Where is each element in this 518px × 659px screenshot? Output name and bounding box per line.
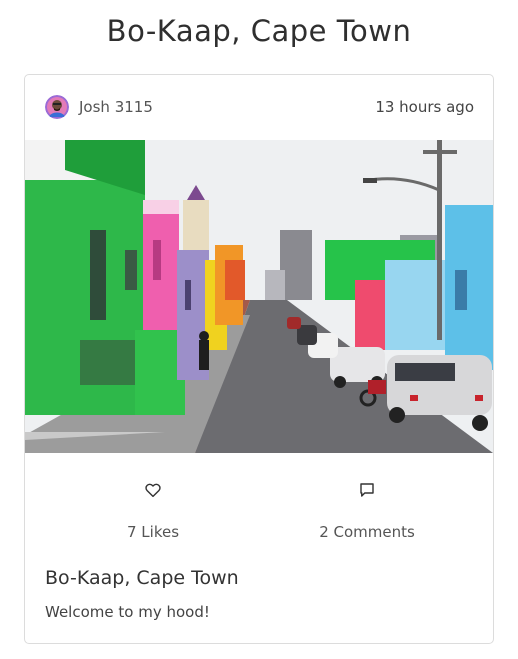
comment-bubble-icon [360, 483, 374, 497]
page-title: Bo-Kaap, Cape Town [106, 14, 412, 48]
likes-count[interactable]: 7 Likes [53, 522, 253, 542]
comment-button[interactable]: 2 Comments [267, 475, 467, 542]
post-card: Josh 3115 13 hours ago 7 Likes 2 Comment… [24, 74, 494, 644]
user-avatar-icon [45, 95, 69, 119]
post-actions: 7 Likes 2 Comments [25, 475, 493, 545]
avatar[interactable] [45, 95, 69, 119]
post-body: Welcome to my hood! [45, 603, 210, 621]
post-timestamp: 13 hours ago [375, 98, 474, 116]
post-photo[interactable] [25, 140, 493, 453]
like-button[interactable]: 7 Likes [53, 475, 253, 542]
comments-count[interactable]: 2 Comments [267, 522, 467, 542]
heart-icon [145, 483, 161, 498]
author-name[interactable]: Josh 3115 [79, 97, 153, 117]
post-title: Bo-Kaap, Cape Town [45, 567, 239, 589]
post-header: Josh 3115 13 hours ago [25, 75, 493, 139]
street-photo [25, 140, 493, 453]
